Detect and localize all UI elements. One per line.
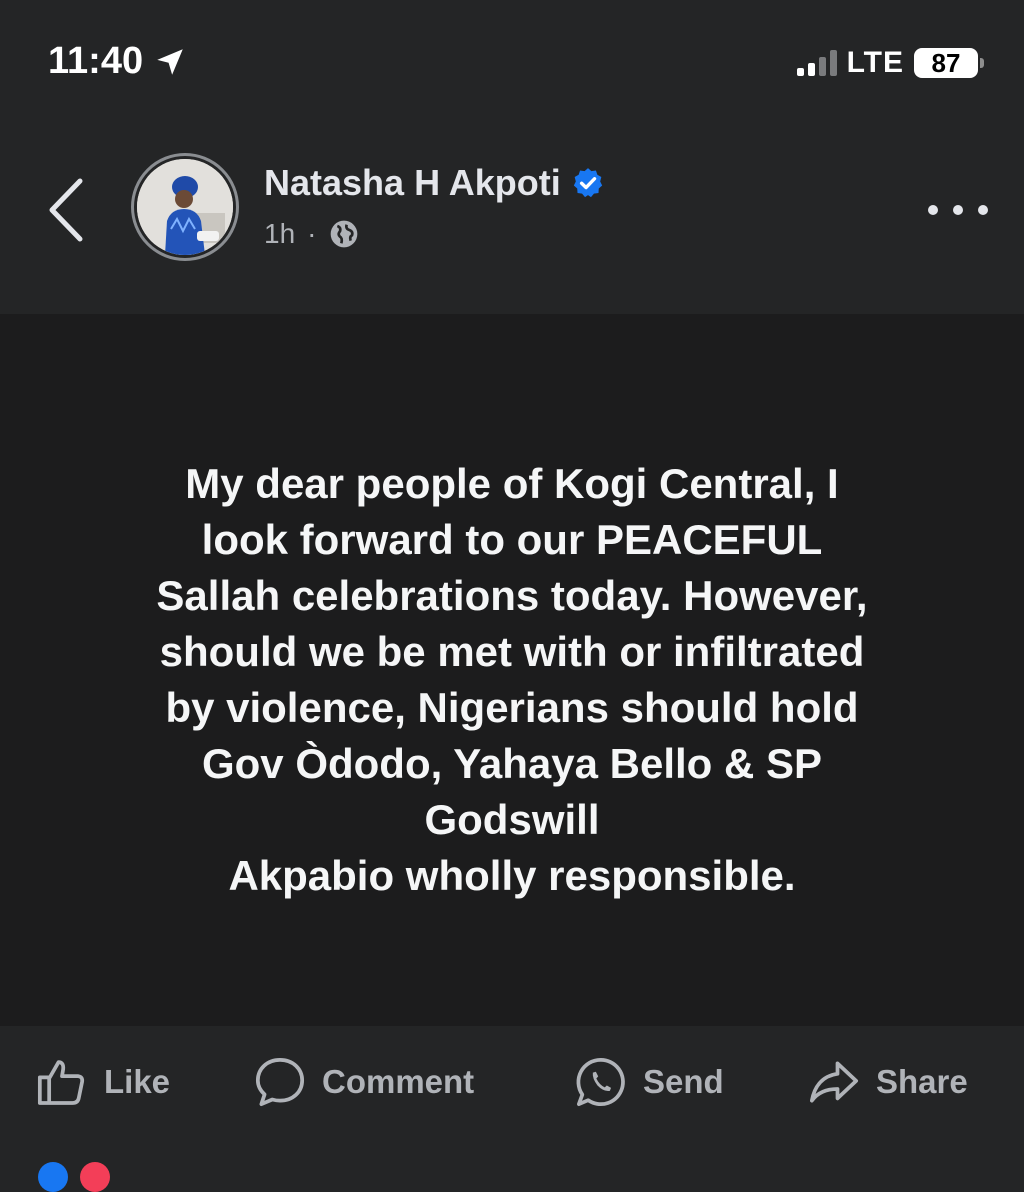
post-text: My dear people of Kogi Central, I look f… xyxy=(156,460,868,899)
dot-icon xyxy=(928,205,938,215)
love-reaction-icon xyxy=(80,1162,110,1192)
post-header: Natasha H Akpoti 1h · xyxy=(0,130,1024,314)
share-arrow-icon xyxy=(809,1061,859,1103)
battery-icon: 87 xyxy=(914,48,984,78)
like-reaction-icon xyxy=(38,1162,68,1192)
comment-bubble-icon xyxy=(255,1057,305,1107)
comment-button[interactable]: Comment xyxy=(252,1054,474,1110)
reactions-row xyxy=(0,1136,1024,1192)
whatsapp-icon xyxy=(576,1057,625,1107)
like-button[interactable]: Like xyxy=(34,1054,170,1110)
author-avatar[interactable] xyxy=(131,153,239,261)
post-time[interactable]: 1h xyxy=(264,218,295,250)
like-label: Like xyxy=(104,1063,171,1100)
location-arrow-icon xyxy=(157,48,183,75)
dot-icon xyxy=(978,205,988,215)
status-indicators: LTE 87 xyxy=(796,46,984,80)
globe-icon xyxy=(331,220,358,248)
share-button[interactable]: Share xyxy=(806,1054,968,1110)
meta-separator: · xyxy=(307,218,317,249)
clock-time: 11:40 xyxy=(48,40,144,82)
verified-badge-icon xyxy=(573,168,602,198)
post-meta: 1h · xyxy=(264,218,360,250)
status-bar: 11:40 LTE 87 xyxy=(0,0,1024,130)
author-name-row: Natasha H Akpoti xyxy=(264,162,605,204)
send-label: Send xyxy=(643,1063,724,1100)
more-options-button[interactable] xyxy=(928,190,988,230)
send-button[interactable]: Send xyxy=(573,1054,724,1110)
avatar xyxy=(137,159,233,255)
battery-level: 87 xyxy=(914,48,978,78)
thumbs-up-icon xyxy=(37,1060,85,1105)
post-content: My dear people of Kogi Central, I look f… xyxy=(0,314,1024,1026)
dot-icon xyxy=(953,205,963,215)
profile-photo xyxy=(137,159,233,255)
share-label: Share xyxy=(876,1063,968,1100)
network-type: LTE xyxy=(846,46,904,79)
status-time: 11:40 xyxy=(48,40,187,83)
signal-strength-icon xyxy=(796,50,837,76)
back-button[interactable] xyxy=(36,170,96,250)
comment-label: Comment xyxy=(322,1063,475,1100)
author-name[interactable]: Natasha H Akpoti xyxy=(264,162,561,204)
post-actions-bar: Like Comment Send Share xyxy=(0,1026,1024,1136)
chevron-left-icon xyxy=(49,178,83,242)
